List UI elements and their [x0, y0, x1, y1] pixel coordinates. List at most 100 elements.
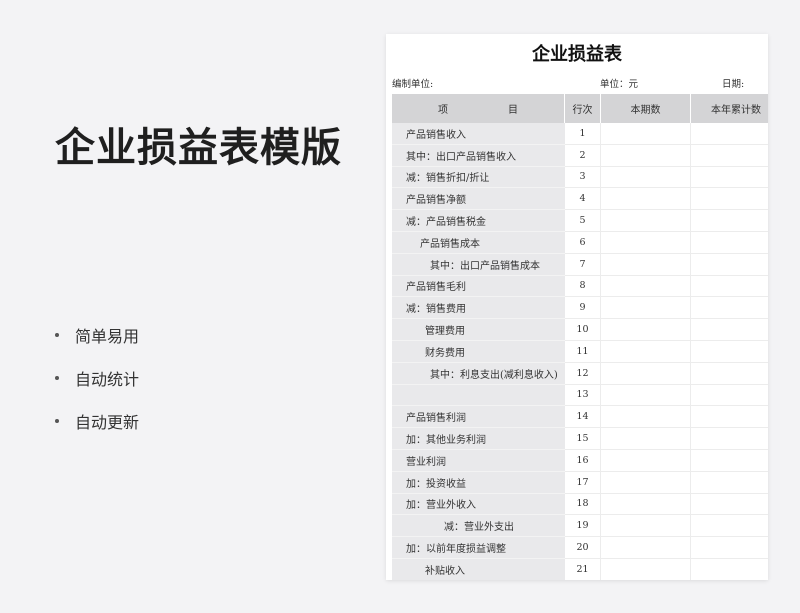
- row-current-cell[interactable]: [601, 319, 691, 341]
- feature-label: 自动统计: [75, 369, 140, 389]
- row-label[interactable]: [392, 384, 565, 407]
- row-label[interactable]: 减：销售费用: [392, 297, 565, 320]
- table-row: 其中：出口产品销售收入 2: [392, 144, 768, 167]
- sheet-title: 企业损益表: [532, 44, 622, 65]
- row-current-cell[interactable]: [601, 428, 691, 450]
- row-current-cell[interactable]: [601, 253, 691, 276]
- table-header: 项 目 行次 本期数 本年累计数: [392, 94, 768, 123]
- row-line-number: 21: [565, 558, 601, 580]
- row-ytd-cell[interactable]: [691, 450, 768, 472]
- row-current-cell[interactable]: [601, 340, 691, 363]
- row-label[interactable]: 减：营业外支出: [392, 515, 565, 538]
- row-current-cell[interactable]: [601, 558, 691, 580]
- row-line-number: 10: [565, 319, 601, 341]
- table-row: 减：产品销售税金 5: [392, 210, 768, 232]
- header-ytd: 本年累计数: [691, 94, 768, 123]
- row-line-number: 7: [565, 253, 601, 276]
- row-current-cell[interactable]: [601, 297, 691, 320]
- row-ytd-cell[interactable]: [691, 406, 768, 429]
- row-label[interactable]: 财务费用: [392, 340, 565, 363]
- row-label[interactable]: 减：产品销售税金: [392, 210, 565, 232]
- table-row: 其中：出口产品销售成本 7: [392, 253, 768, 276]
- row-current-cell[interactable]: [601, 362, 691, 385]
- table-row: 产品销售净额 4: [392, 188, 768, 211]
- row-line-number: 2: [565, 144, 601, 167]
- table-row: 减：销售折扣/折让 3: [392, 166, 768, 189]
- feature-item: 自动统计: [55, 356, 139, 399]
- row-ytd-cell[interactable]: [691, 254, 768, 276]
- row-label[interactable]: 减：销售折扣/折让: [392, 166, 565, 189]
- row-line-number: 4: [565, 188, 601, 211]
- row-current-cell[interactable]: [601, 166, 691, 189]
- row-label[interactable]: 加：营业外收入: [392, 493, 565, 516]
- row-current-cell[interactable]: [601, 449, 691, 472]
- row-label[interactable]: 加：以前年度损益调整: [392, 537, 565, 559]
- row-label[interactable]: 其中：出口产品销售收入: [392, 144, 565, 167]
- header-item-char: 项: [438, 105, 448, 116]
- row-current-cell[interactable]: [601, 515, 691, 538]
- row-line-number: 5: [565, 210, 601, 232]
- row-ytd-cell[interactable]: [691, 559, 768, 580]
- feature-item: 简单易用: [55, 313, 139, 356]
- row-label[interactable]: 产品销售利润: [392, 406, 565, 429]
- row-current-cell[interactable]: [601, 406, 691, 429]
- row-ytd-cell[interactable]: [691, 385, 768, 407]
- row-label[interactable]: 营业利润: [392, 449, 565, 472]
- row-current-cell[interactable]: [601, 537, 691, 559]
- row-ytd-cell[interactable]: [691, 515, 768, 538]
- row-ytd-cell[interactable]: [691, 428, 768, 450]
- row-current-cell[interactable]: [601, 493, 691, 516]
- table-row: 产品销售成本 6: [392, 231, 768, 254]
- row-ytd-cell[interactable]: [691, 472, 768, 494]
- table-row: 营业利润 16: [392, 449, 768, 472]
- row-ytd-cell[interactable]: [691, 276, 768, 298]
- table-row: 管理费用 10: [392, 319, 768, 341]
- row-current-cell[interactable]: [601, 384, 691, 407]
- bullet-icon: [55, 375, 59, 380]
- row-ytd-cell[interactable]: [691, 363, 768, 385]
- table-row: 产品销售利润 14: [392, 406, 768, 429]
- row-ytd-cell[interactable]: [691, 210, 768, 232]
- row-ytd-cell[interactable]: [691, 123, 768, 145]
- row-ytd-cell[interactable]: [691, 145, 768, 167]
- header-item: 项 目: [392, 94, 565, 123]
- feature-list: 简单易用 自动统计 自动更新: [55, 313, 139, 442]
- bullet-icon: [55, 418, 59, 423]
- row-label[interactable]: 其中：出口产品销售成本: [392, 253, 565, 276]
- row-line-number: 6: [565, 231, 601, 254]
- row-current-cell[interactable]: [601, 471, 691, 494]
- row-ytd-cell[interactable]: [691, 494, 768, 516]
- row-label[interactable]: 加：投资收益: [392, 471, 565, 494]
- row-current-cell[interactable]: [601, 123, 691, 145]
- header-current: 本期数: [601, 94, 691, 123]
- feature-item: 自动更新: [55, 399, 139, 442]
- row-ytd-cell[interactable]: [691, 232, 768, 254]
- feature-label: 简单易用: [75, 326, 140, 346]
- row-label[interactable]: 产品销售收入: [392, 123, 565, 145]
- row-ytd-cell[interactable]: [691, 167, 768, 189]
- row-line-number: 8: [565, 275, 601, 298]
- row-label[interactable]: 加：其他业务利润: [392, 428, 565, 450]
- row-ytd-cell[interactable]: [691, 297, 768, 320]
- row-current-cell[interactable]: [601, 210, 691, 232]
- row-label[interactable]: 补贴收入: [392, 558, 565, 580]
- hero-title: 企业损益表模版: [55, 125, 342, 171]
- row-ytd-cell[interactable]: [691, 319, 768, 341]
- row-label[interactable]: 产品销售成本: [392, 231, 565, 254]
- row-label[interactable]: 产品销售净额: [392, 188, 565, 211]
- row-label[interactable]: 管理费用: [392, 319, 565, 341]
- table-row: 补贴收入 21: [392, 558, 768, 580]
- header-item-char: 目: [508, 105, 518, 116]
- row-ytd-cell[interactable]: [691, 341, 768, 363]
- row-current-cell[interactable]: [601, 231, 691, 254]
- row-current-cell[interactable]: [601, 188, 691, 211]
- row-current-cell[interactable]: [601, 275, 691, 298]
- row-label[interactable]: 产品销售毛利: [392, 275, 565, 298]
- row-current-cell[interactable]: [601, 144, 691, 167]
- row-line-number: 1: [565, 123, 601, 145]
- row-label[interactable]: 其中：利息支出(减利息收入): [392, 362, 565, 385]
- row-line-number: 11: [565, 340, 601, 363]
- row-ytd-cell[interactable]: [691, 537, 768, 559]
- table-row: 减：营业外支出 19: [392, 515, 768, 538]
- row-ytd-cell[interactable]: [691, 188, 768, 211]
